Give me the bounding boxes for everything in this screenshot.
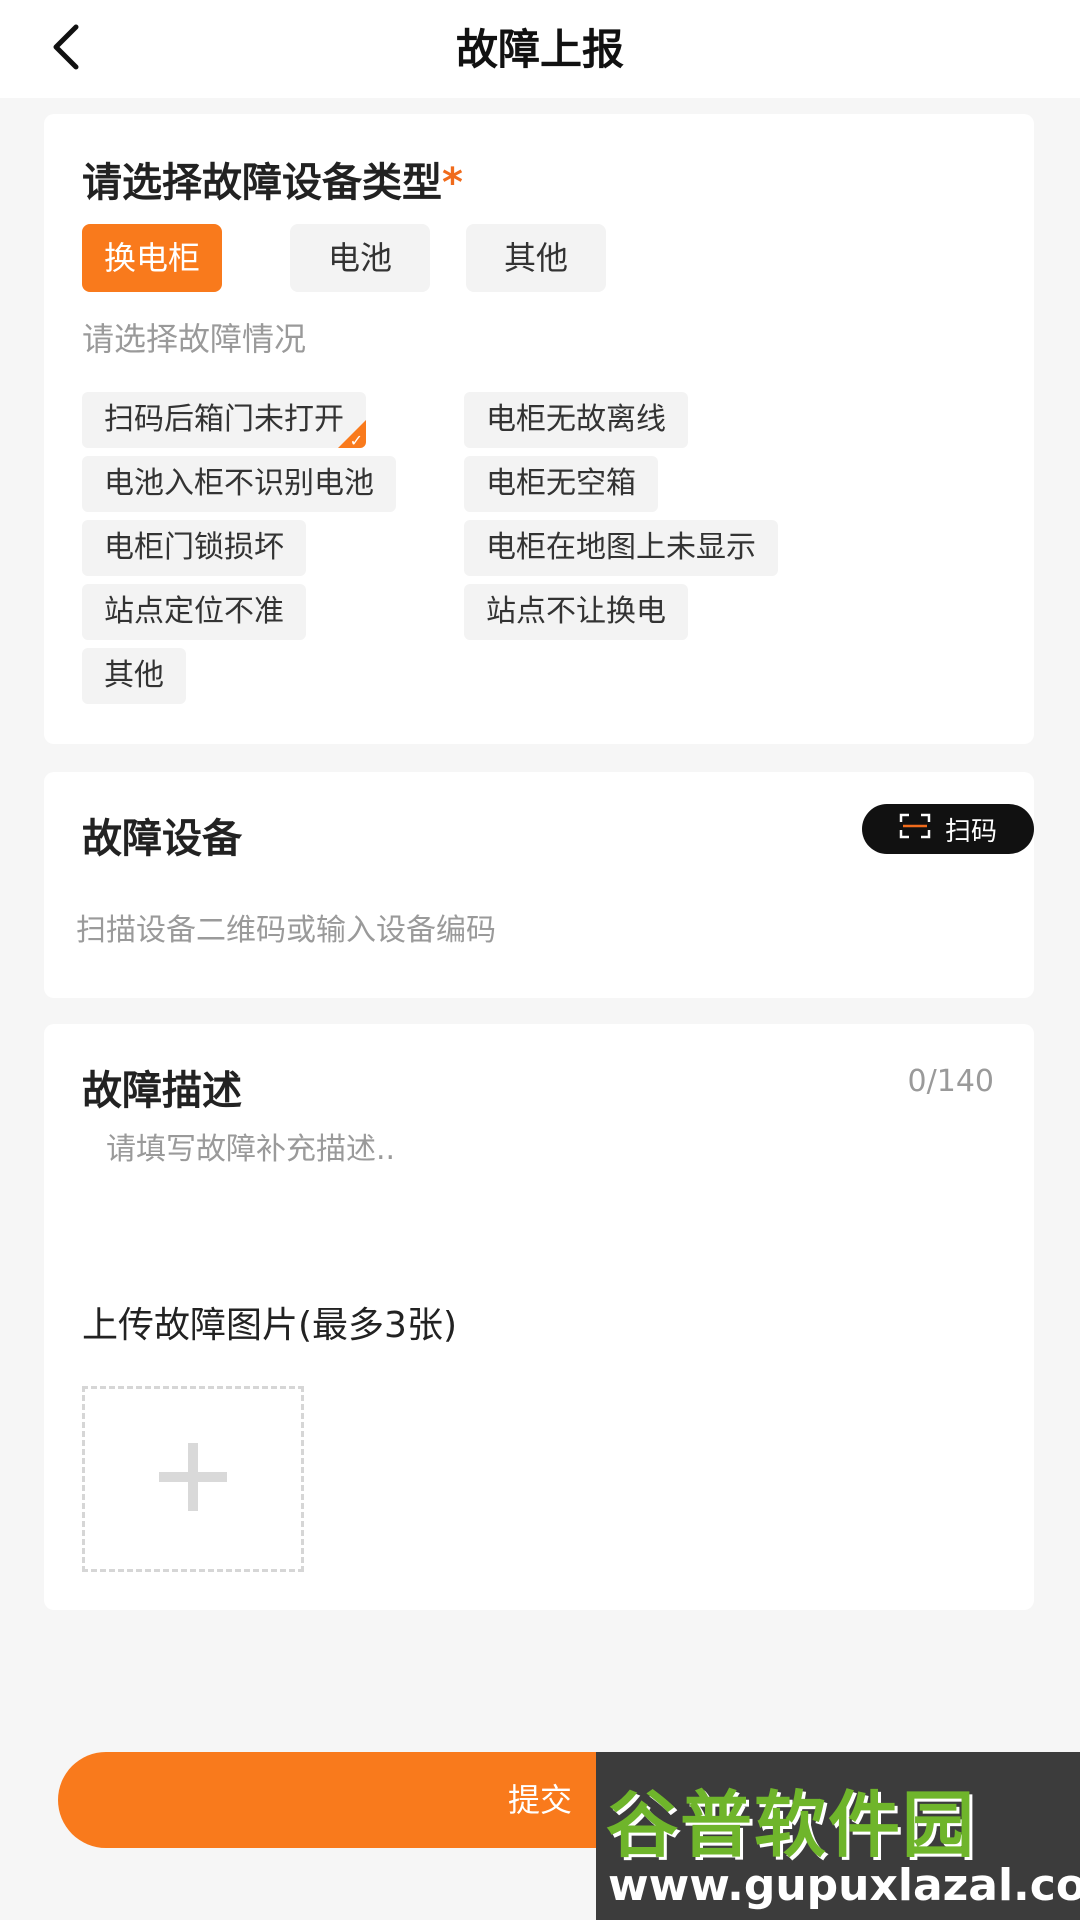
description-textarea[interactable] xyxy=(106,1124,986,1244)
fault-chip-other[interactable]: 其他 xyxy=(82,648,186,704)
watermark-url: www.gupuxlazal.com xyxy=(608,1860,1080,1911)
fault-chip-lock-broken[interactable]: 电柜门锁损坏 xyxy=(82,520,306,576)
character-counter: 0/140 xyxy=(907,1064,994,1099)
fault-description-card: 故障描述 0/140 上传故障图片(最多3张) xyxy=(44,1024,1034,1610)
fault-chip-no-empty-box[interactable]: 电柜无空箱 xyxy=(464,456,658,512)
device-code-input[interactable] xyxy=(76,902,996,958)
device-type-heading: 请选择故障设备类型* xyxy=(82,160,463,206)
watermark: 谷普软件园 www.gupuxlazal.com xyxy=(596,1752,1080,1920)
fault-situation-label: 请选择故障情况 xyxy=(82,320,307,358)
plus-icon xyxy=(155,1439,231,1519)
type-option-battery[interactable]: 电池 xyxy=(290,224,430,292)
top-bar: 故障上报 xyxy=(0,0,1080,98)
type-option-other[interactable]: 其他 xyxy=(466,224,606,292)
fault-chip-not-on-map[interactable]: 电柜在地图上未显示 xyxy=(464,520,778,576)
device-type-card: 请选择故障设备类型* 换电柜 电池 其他 请选择故障情况 扫码后箱门未打开 ✓ … xyxy=(44,114,1034,744)
scan-frame-icon xyxy=(899,813,931,846)
add-photo-button[interactable] xyxy=(82,1386,304,1572)
fault-device-card: 故障设备 扫码 xyxy=(44,772,1034,998)
scan-button[interactable]: 扫码 xyxy=(862,804,1034,854)
scan-button-label: 扫码 xyxy=(944,816,997,847)
upload-label: 上传故障图片(最多3张) xyxy=(82,1305,457,1346)
fault-chip-location-inaccurate[interactable]: 站点定位不准 xyxy=(82,584,306,640)
fault-chip-label: 扫码后箱门未打开 xyxy=(104,402,344,437)
fault-chip-cabinet-offline[interactable]: 电柜无故离线 xyxy=(464,392,688,448)
type-option-swap-cabinet[interactable]: 换电柜 xyxy=(82,224,222,292)
watermark-name: 谷普软件园 xyxy=(606,1783,977,1867)
page-title: 故障上报 xyxy=(455,25,624,74)
required-mark: * xyxy=(442,160,463,206)
fault-description-heading: 故障描述 xyxy=(82,1068,242,1114)
fault-chip-battery-not-recognized[interactable]: 电池入柜不识别电池 xyxy=(82,456,396,512)
fault-chip-station-refuses[interactable]: 站点不让换电 xyxy=(464,584,688,640)
check-icon: ✓ xyxy=(349,431,363,449)
fault-device-heading: 故障设备 xyxy=(82,816,242,862)
fault-chip-door-not-open[interactable]: 扫码后箱门未打开 ✓ xyxy=(82,392,366,448)
